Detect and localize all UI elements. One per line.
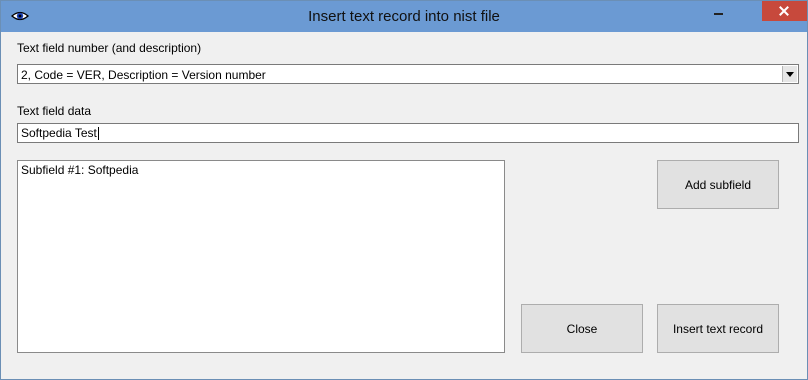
field-data-label: Text field data: [17, 104, 92, 118]
field-data-value: Softpedia Test: [21, 126, 97, 140]
subfield-list[interactable]: Subfield #1: Softpedia: [17, 160, 505, 353]
field-data-input[interactable]: Softpedia Test: [17, 123, 799, 143]
close-window-button[interactable]: [762, 1, 807, 21]
add-subfield-button[interactable]: Add subfield: [657, 160, 779, 209]
field-number-selected: 2, Code = VER, Description = Version num…: [21, 68, 266, 82]
window-title: Insert text record into nist file: [308, 8, 500, 25]
insert-text-record-button[interactable]: Insert text record: [657, 304, 779, 353]
chevron-down-icon[interactable]: [782, 66, 797, 82]
field-number-label: Text field number (and description): [17, 41, 202, 55]
text-caret: [97, 127, 99, 141]
field-number-dropdown[interactable]: 2, Code = VER, Description = Version num…: [17, 64, 799, 84]
dialog-window: Insert text record into nist file Text f…: [0, 0, 808, 380]
close-button[interactable]: Close: [521, 304, 643, 353]
list-item[interactable]: Subfield #1: Softpedia: [21, 163, 501, 178]
minimize-button[interactable]: [705, 1, 732, 21]
dialog-body: Text field number (and description) 2, C…: [9, 32, 799, 373]
title-bar[interactable]: Insert text record into nist file: [1, 1, 807, 32]
